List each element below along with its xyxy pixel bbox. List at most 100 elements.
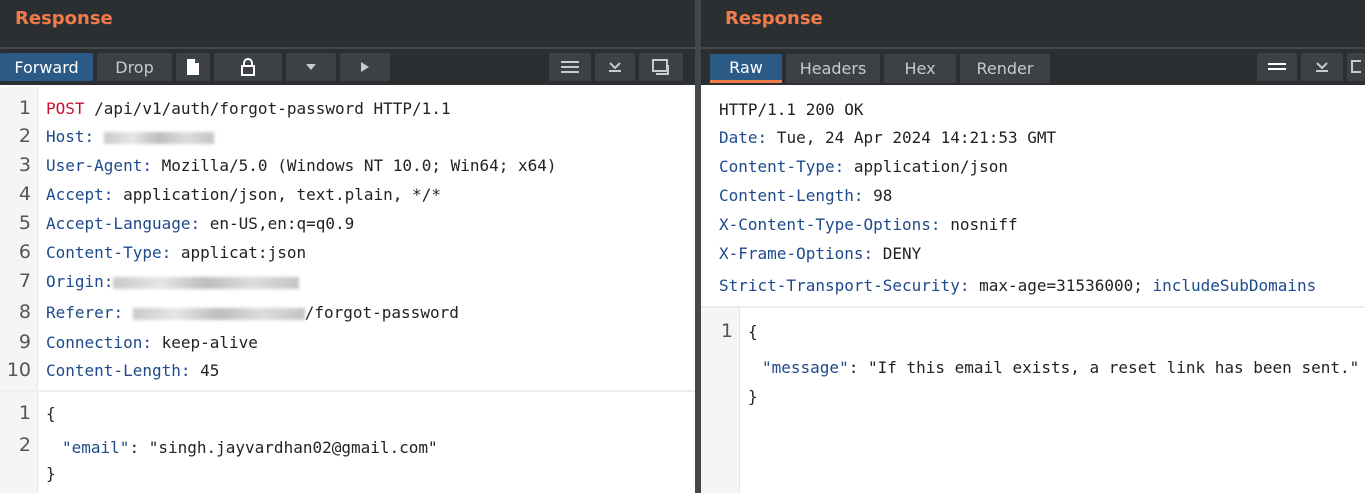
header-colon: : — [103, 185, 114, 204]
header-value: Mozilla/5.0 (Windows NT 10.0; Win64; x64… — [151, 156, 557, 175]
play-icon[interactable] — [340, 53, 390, 81]
tab-headers[interactable]: Headers — [786, 54, 880, 83]
header-value: max-age=31536000; — [969, 276, 1143, 295]
header-line: Connection: keep-alive — [46, 333, 258, 352]
header-colon: : — [161, 243, 172, 262]
line-number: 2 — [18, 434, 31, 456]
json-brace: { — [748, 322, 758, 341]
dropdown-icon[interactable] — [286, 53, 336, 81]
line-number: 1 — [720, 320, 733, 342]
header-line: Strict-Transport-Security: max-age=31536… — [719, 276, 1316, 295]
header-name: Connection — [46, 333, 143, 352]
header-name: Content-Length — [46, 361, 181, 380]
header-value: nosniff — [940, 215, 1018, 234]
lock-icon[interactable] — [214, 53, 282, 81]
menu-icon[interactable] — [549, 53, 591, 81]
response-pane-title: Response — [725, 8, 823, 29]
header-line: Referer: /forgot-password — [46, 303, 459, 322]
header-colon: : — [142, 333, 152, 352]
json-brace: { — [46, 404, 56, 423]
header-value: 98 — [863, 186, 893, 205]
json-brace: } — [46, 464, 56, 483]
request-pane-header: Response — [0, 0, 695, 47]
tab-raw[interactable]: Raw — [710, 54, 782, 83]
response-pane-header: Response — [701, 0, 1365, 47]
header-name: User-Agent — [46, 156, 143, 175]
tab-hex[interactable]: Hex — [884, 54, 956, 83]
header-colon: : — [142, 156, 152, 175]
header-value: DENY — [873, 244, 922, 263]
drop-button[interactable]: Drop — [97, 53, 172, 81]
header-line: Accept: application/json, text.plain, */… — [46, 185, 441, 204]
header-name: Content-Length — [719, 186, 854, 205]
header-colon: : — [853, 186, 864, 205]
header-value: /forgot-password — [304, 303, 459, 322]
forward-button[interactable]: Forward — [0, 53, 93, 81]
response-pane: Response Raw Headers Hex Render HTTP/1.1… — [701, 0, 1365, 493]
header-line: Content-Length: 98 — [719, 186, 892, 205]
request-pane: Response Forward Drop 1 2 3 4 5 6 7 8 9 … — [0, 0, 695, 493]
window-icon[interactable] — [639, 53, 683, 81]
line-number: 10 — [6, 359, 31, 381]
header-name: Content-Type — [46, 243, 162, 262]
json-brace: } — [748, 387, 758, 406]
header-colon: : — [84, 127, 95, 146]
request-toolbar: Forward Drop — [0, 47, 695, 85]
header-line: Content-Type: application/json — [719, 157, 1008, 176]
header-line: X-Content-Type-Options: nosniff — [719, 215, 1018, 234]
json-colon: : — [848, 358, 868, 377]
json-value: "singh.jayvardhan02@gmail.com" — [148, 438, 438, 457]
header-colon: : — [930, 215, 941, 234]
header-name: Strict-Transport-Security — [719, 276, 960, 295]
header-value: applicat:json — [171, 243, 307, 262]
json-key: "message" — [762, 358, 849, 377]
header-name: Host — [46, 127, 85, 146]
header-line: Host: — [46, 127, 214, 146]
header-colon: : — [757, 128, 768, 147]
collapse-icon[interactable] — [1301, 53, 1343, 81]
request-path: /api/v1/auth/forgot-password HTTP/1.1 — [84, 99, 451, 118]
menu-icon[interactable] — [1257, 53, 1297, 81]
line-number: 9 — [18, 331, 31, 353]
header-line: Content-Length: 45 — [46, 361, 219, 380]
header-colon: : — [190, 214, 201, 233]
json-key: "email" — [62, 438, 130, 457]
http-method: POST — [46, 99, 85, 118]
header-name: Accept-Language — [46, 214, 191, 233]
json-pair: "email": "singh.jayvardhan02@gmail.com" — [62, 438, 438, 457]
header-line: User-Agent: Mozilla/5.0 (Windows NT 10.0… — [46, 156, 557, 175]
response-headers-editor[interactable]: HTTP/1.1 200 OK Date: Tue, 24 Apr 2024 1… — [701, 87, 1365, 306]
header-value: en-US,en:q=q0.9 — [200, 214, 355, 233]
window-icon[interactable] — [1347, 53, 1365, 81]
line-number: 1 — [18, 402, 31, 424]
header-name: Origin — [46, 272, 104, 291]
header-colon: : — [863, 244, 874, 263]
header-name: X-Frame-Options — [719, 244, 864, 263]
redacted-referer — [132, 307, 305, 320]
header-name: Content-Type — [719, 157, 835, 176]
header-value: application/json, text.plain, */* — [113, 185, 441, 204]
header-colon: : — [103, 272, 114, 291]
header-name: Referer — [46, 303, 114, 322]
header-colon: : — [834, 157, 845, 176]
header-line: Accept-Language: en-US,en:q=q0.9 — [46, 214, 354, 233]
line-number: 5 — [18, 212, 31, 234]
request-line: POST /api/v1/auth/forgot-password HTTP/1… — [46, 99, 451, 118]
request-headers-editor[interactable]: 1 2 3 4 5 6 7 8 9 10 POST /api/v1/auth/f… — [0, 87, 695, 390]
header-value: 45 — [190, 361, 220, 380]
line-number: 7 — [18, 270, 31, 292]
header-line: Content-Type: applicat:json — [46, 243, 306, 262]
response-body-editor[interactable]: 1 { "message": "If this email exists, a … — [701, 308, 1365, 493]
header-name: Date — [719, 128, 758, 147]
line-number-gutter: 1 2 3 4 5 6 7 8 9 10 — [0, 87, 38, 390]
line-number: 4 — [18, 183, 31, 205]
line-number-gutter: 1 — [701, 308, 740, 493]
collapse-icon[interactable] — [595, 53, 635, 81]
json-colon: : — [129, 438, 149, 457]
tab-render[interactable]: Render — [960, 54, 1050, 83]
header-colon: : — [180, 361, 191, 380]
request-body-editor[interactable]: 1 2 { "email": "singh.jayvardhan02@gmail… — [0, 392, 695, 493]
header-line: Date: Tue, 24 Apr 2024 14:21:53 GMT — [719, 128, 1056, 147]
header-line: Origin: — [46, 272, 300, 291]
document-icon[interactable] — [176, 53, 210, 81]
